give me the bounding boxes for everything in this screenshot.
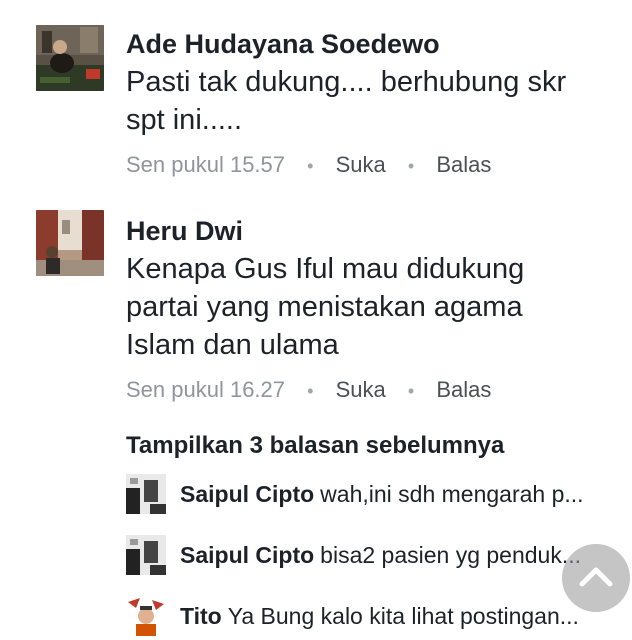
avatar[interactable] (126, 596, 166, 636)
comment-text: Kenapa Gus Iful mau didukung partai yang… (126, 250, 612, 364)
avatar[interactable] (36, 25, 104, 91)
view-previous-replies-link[interactable]: Tampilkan 3 balasan sebelumnya (126, 430, 504, 462)
comment-line: partai yang menistakan agama (126, 291, 523, 323)
chevron-up-icon (578, 564, 614, 593)
reply-message: wah,ini sdh mengarah p... (320, 481, 584, 507)
reply-author[interactable]: Saipul Cipto (180, 542, 314, 568)
avatar[interactable] (36, 210, 104, 276)
comment-meta: Sen pukul 16.27 • Suka • Balas (126, 376, 612, 405)
reply-author[interactable]: Tito (180, 603, 222, 629)
comment-line: spt ini..... (126, 104, 243, 136)
reply-message: Ya Bung kalo kita lihat postingan... (227, 603, 579, 629)
comment-timestamp[interactable]: Sen pukul 15.57 (126, 152, 285, 177)
comment-line: Islam dan ulama (126, 329, 339, 361)
reply-button[interactable]: Balas (436, 377, 491, 402)
comment-author[interactable]: Heru Dwi (126, 214, 612, 248)
reply-item[interactable]: Saipul Cipto wah,ini sdh mengarah p... (126, 474, 606, 514)
reply-text: Tito Ya Bung kalo kita lihat postingan... (180, 600, 600, 632)
separator-dot: • (307, 381, 314, 401)
reply-author[interactable]: Saipul Cipto (180, 481, 314, 507)
reply-text: Saipul Cipto bisa2 pasien yg penduk... (180, 539, 600, 571)
reply-item[interactable]: Saipul Cipto bisa2 pasien yg penduk... (126, 535, 606, 575)
comment-text: Pasti tak dukung.... berhubung skr spt i… (126, 63, 612, 139)
separator-dot: • (307, 156, 314, 176)
comment-line: Kenapa Gus Iful mau didukung (126, 253, 525, 285)
comment-author[interactable]: Ade Hudayana Soedewo (126, 27, 612, 61)
reply-message: bisa2 pasien yg penduk... (320, 542, 582, 568)
avatar[interactable] (126, 535, 166, 575)
reply-item[interactable]: Tito Ya Bung kalo kita lihat postingan... (126, 596, 606, 636)
separator-dot: • (407, 381, 415, 401)
comment-meta: Sen pukul 15.57 • Suka • Balas (126, 151, 612, 180)
avatar[interactable] (126, 474, 166, 514)
separator-dot: • (407, 156, 415, 176)
reply-text: Saipul Cipto wah,ini sdh mengarah p... (180, 478, 600, 510)
reply-button[interactable]: Balas (436, 152, 491, 177)
like-button[interactable]: Suka (336, 152, 386, 177)
scroll-to-top-button[interactable] (562, 544, 630, 612)
comment-timestamp[interactable]: Sen pukul 16.27 (126, 377, 285, 402)
like-button[interactable]: Suka (336, 377, 386, 402)
comment-line: Pasti tak dukung.... berhubung skr (126, 66, 567, 98)
